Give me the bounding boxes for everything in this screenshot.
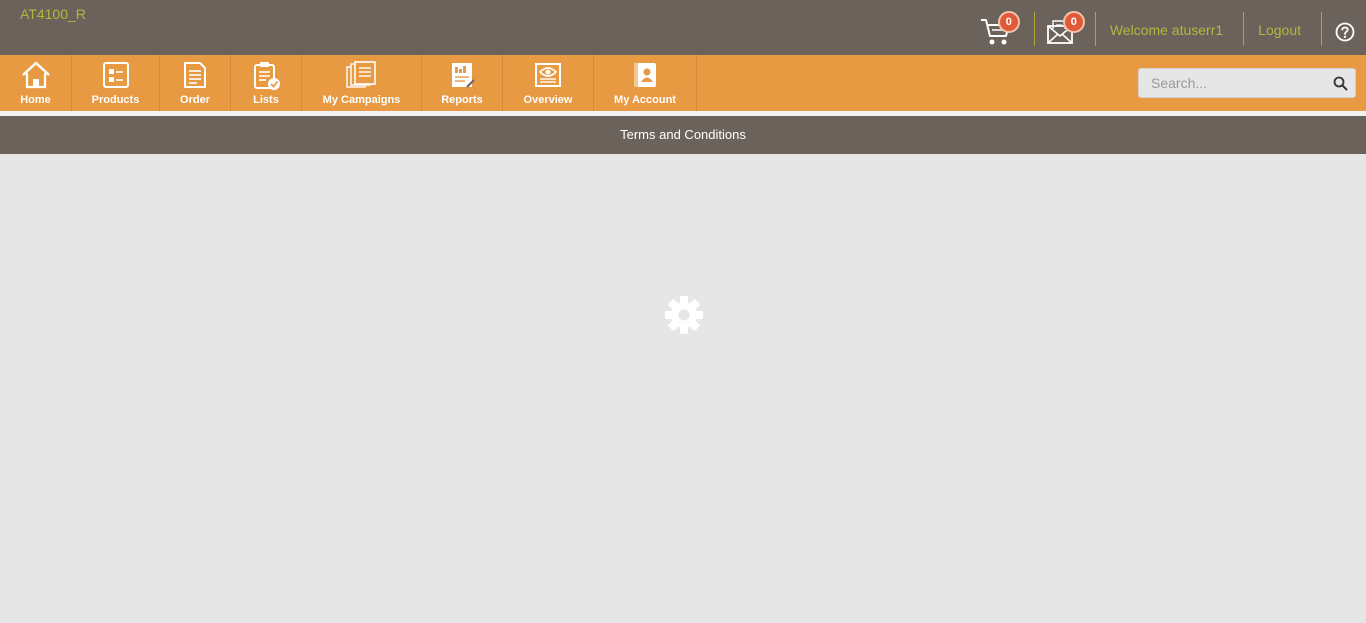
top-bar: AT4100_R 0 0 Welcome atuserr1 Logout: [0, 0, 1366, 55]
lists-icon: [254, 62, 280, 90]
cart-button[interactable]: 0: [976, 0, 1034, 55]
nav-item-reports[interactable]: Reports: [422, 55, 503, 111]
nav-item-lists[interactable]: Lists: [231, 55, 302, 111]
nav-label: Order: [180, 94, 210, 106]
nav-label: Reports: [441, 94, 483, 106]
order-icon: [184, 62, 206, 88]
overview-icon: [535, 63, 561, 87]
home-icon: [22, 61, 50, 89]
nav-item-overview[interactable]: Overview: [503, 55, 594, 111]
help-button[interactable]: [1322, 0, 1366, 55]
nav-item-products[interactable]: Products: [72, 55, 160, 111]
nav-label: Overview: [523, 94, 573, 106]
nav-label: Products: [91, 94, 140, 106]
nav-item-home[interactable]: Home: [0, 55, 72, 111]
products-icon: [103, 62, 129, 88]
site-code: AT4100_R: [20, 6, 86, 22]
welcome-text: Welcome atuserr1: [1109, 22, 1224, 38]
logout-link[interactable]: Logout: [1244, 0, 1321, 60]
nav-label: Lists: [253, 94, 279, 106]
page-title-bar: Terms and Conditions: [0, 116, 1366, 154]
user-toolbar: 0 0 Welcome atuserr1 Logout: [976, 0, 1366, 55]
nav-item-order[interactable]: Order: [160, 55, 231, 111]
nav-item-my-campaigns[interactable]: My Campaigns: [302, 55, 422, 111]
reports-icon: [452, 63, 475, 88]
page-title: Terms and Conditions: [620, 127, 746, 142]
cart-count-badge: 0: [997, 11, 1020, 33]
search-icon[interactable]: [1333, 76, 1348, 91]
nav-label: Home: [20, 94, 51, 106]
search-input[interactable]: [1139, 69, 1329, 97]
campaigns-icon: [346, 61, 376, 88]
gear-icon: [665, 296, 703, 334]
search-box: [1138, 68, 1356, 98]
messages-count-badge: 0: [1062, 11, 1085, 33]
nav-label: My Account: [614, 94, 676, 106]
nav-label: My Campaigns: [322, 94, 401, 106]
account-icon: [634, 63, 656, 87]
help-icon: [1335, 22, 1355, 42]
messages-button[interactable]: 0: [1035, 0, 1095, 55]
nav-item-my-account[interactable]: My Account: [594, 55, 697, 111]
